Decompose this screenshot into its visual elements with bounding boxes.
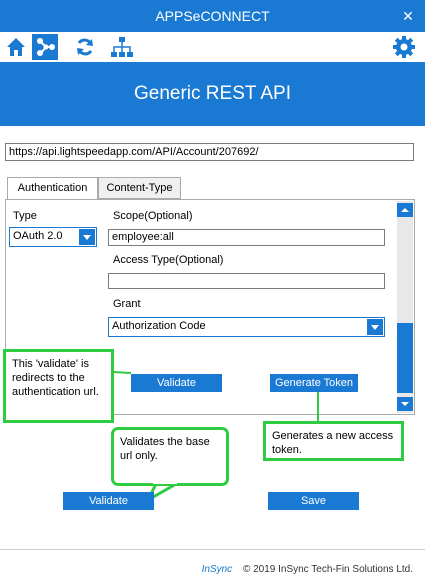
footer-divider <box>0 549 425 550</box>
save-button[interactable]: Save <box>268 492 359 510</box>
validate-button[interactable]: Validate <box>63 492 154 510</box>
footer-copyright: © 2019 InSync Tech-Fin Solutions Ltd. <box>242 564 413 575</box>
footer-brand-logo: InSync <box>201 564 233 575</box>
footer: InSync © 2019 InSync Tech-Fin Solutions … <box>0 556 425 583</box>
